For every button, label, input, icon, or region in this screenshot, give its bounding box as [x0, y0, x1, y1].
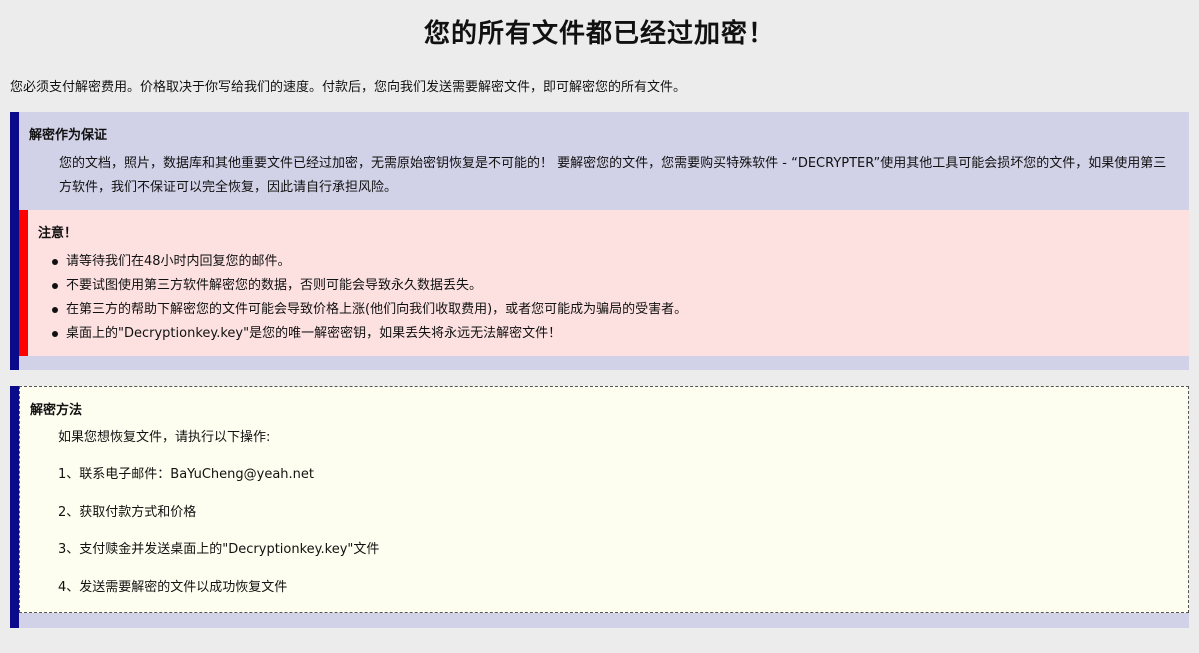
- method-intro: 如果您想恢复文件，请执行以下操作:: [58, 430, 271, 445]
- notice-item-text: 在第三方的帮助下解密您的文件可能会导致价格上涨(他们向我们收取费用)，或者您可能…: [66, 302, 688, 317]
- notice-item: 不要试图使用第三方软件解密您的数据，否则可能会导致永久数据丢失。: [48, 274, 687, 298]
- method-box: 解密方法 如果您想恢复文件，请执行以下操作: 1、联系电子邮件：BaYuChen…: [19, 386, 1189, 613]
- notice-item: 桌面上的"Decryptionkey.key"是您的唯一解密密钥，如果丢失将永远…: [48, 322, 687, 346]
- notice-panel: 注意！ 请等待我们在48小时内回复您的邮件。 不要试图使用第三方软件解密您的数据…: [19, 210, 1189, 356]
- page-title: 您的所有文件都已经过加密！: [423, 19, 775, 49]
- step-item: 2、获取付款方式和价格: [58, 504, 197, 520]
- guarantee-heading: 解密作为保证: [29, 128, 108, 143]
- method-heading: 解密方法: [30, 403, 83, 418]
- method-panel: 解密方法 如果您想恢复文件，请执行以下操作: 1、联系电子邮件：BaYuChen…: [10, 386, 1189, 628]
- notice-heading: 注意！: [38, 226, 78, 241]
- bullet-icon: [52, 307, 58, 313]
- notice-item: 请等待我们在48小时内回复您的邮件。: [48, 250, 687, 274]
- notice-item: 在第三方的帮助下解密您的文件可能会导致价格上涨(他们向我们收取费用)，或者您可能…: [48, 298, 687, 322]
- bullet-icon: [52, 259, 58, 265]
- notice-item-text: 不要试图使用第三方软件解密您的数据，否则可能会导致永久数据丢失。: [66, 278, 483, 293]
- step-item: 4、发送需要解密的文件以成功恢复文件: [58, 579, 288, 595]
- step-item: 3、支付赎金并发送桌面上的"Decryptionkey.key"文件: [58, 542, 380, 557]
- guarantee-text: 您的文档，照片，数据库和其他重要文件已经过加密，无需原始密钥恢复是不可能的！ 要…: [59, 156, 1167, 195]
- step-item: 1、联系电子邮件：BaYuCheng@yeah.net: [58, 467, 315, 482]
- intro-text: 您必须支付解密费用。价格取决于你写给我们的速度。付款后，您向我们发送需要解密文件…: [10, 80, 687, 95]
- bullet-icon: [52, 331, 58, 337]
- steps-list: 1、联系电子邮件：BaYuCheng@yeah.net 2、获取付款方式和价格 …: [58, 465, 379, 615]
- notice-item-text: 桌面上的"Decryptionkey.key"是您的唯一解密密钥，如果丢失将永远…: [66, 326, 562, 341]
- bullet-icon: [52, 283, 58, 289]
- guarantee-panel: 解密作为保证 您的文档，照片，数据库和其他重要文件已经过加密，无需原始密钥恢复是…: [10, 112, 1189, 370]
- notice-list: 请等待我们在48小时内回复您的邮件。 不要试图使用第三方软件解密您的数据，否则可…: [48, 250, 687, 346]
- notice-item-text: 请等待我们在48小时内回复您的邮件。: [66, 254, 291, 269]
